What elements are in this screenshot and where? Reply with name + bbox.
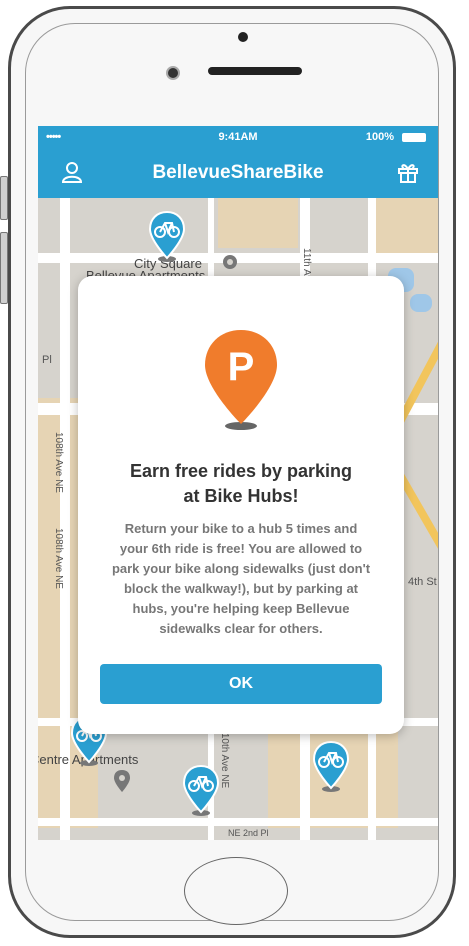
map-road xyxy=(38,818,438,826)
parking-info-dialog: P Earn free rides by parking at Bike Hub… xyxy=(78,276,404,734)
place-marker-icon xyxy=(114,770,130,792)
map-label-ne-2nd: NE 2nd Pl xyxy=(228,828,269,838)
dialog-title: Earn free rides by parking at Bike Hubs! xyxy=(78,459,404,509)
map-label-pl: Pl xyxy=(42,354,52,366)
map-label-108th-ave-lower: 108th Ave NE xyxy=(53,528,64,589)
map-label-4th-st: 4th St xyxy=(408,576,437,588)
dialog-message: Return your bike to a hub 5 times and yo… xyxy=(92,519,390,639)
dialog-title-line: Earn free rides by parking xyxy=(129,461,353,481)
map-block xyxy=(368,198,438,258)
app-title: BellevueShareBike xyxy=(152,162,324,183)
place-marker-icon xyxy=(223,255,237,269)
earpiece-speaker xyxy=(208,67,302,75)
parking-pin-icon: P xyxy=(205,330,277,430)
map-label-110th-ave: 110th Ave NE xyxy=(219,728,230,789)
dialog-title-line: at Bike Hubs! xyxy=(183,486,299,506)
mute-switch xyxy=(0,176,8,220)
map-water xyxy=(410,294,432,312)
volume-up-button xyxy=(0,232,8,304)
dialog-message-line: park your bike along sidewalks (just don… xyxy=(111,561,371,576)
map-label-108th-ave: 108th Ave NE xyxy=(53,432,64,493)
home-button[interactable] xyxy=(184,857,288,925)
battery-icon xyxy=(402,133,426,142)
proximity-sensor xyxy=(238,32,248,42)
bike-hub-pin-icon[interactable] xyxy=(182,764,220,816)
dialog-message-line: sidewalks clear for others. xyxy=(159,621,323,636)
front-camera xyxy=(166,66,180,80)
app-screen: ••••• 9:41AM 100% BellevueShareBike City… xyxy=(38,126,438,840)
bike-hub-pin-icon[interactable] xyxy=(148,210,186,262)
map-road xyxy=(60,198,70,840)
status-bar: ••••• 9:41AM 100% xyxy=(38,126,438,148)
battery-percent: 100% xyxy=(365,131,394,143)
ok-button[interactable]: OK xyxy=(100,664,382,704)
parking-letter: P xyxy=(228,345,255,389)
map-road xyxy=(38,253,438,263)
bike-hub-pin-icon[interactable] xyxy=(312,740,350,792)
dialog-message-line: your 6th ride is free! You are allowed t… xyxy=(119,541,363,556)
gift-icon[interactable] xyxy=(396,160,420,184)
dialog-message-line: hubs, you're helping keep Bellevue xyxy=(132,601,350,616)
nav-bar: BellevueShareBike xyxy=(38,148,438,198)
dialog-message-line: block the walkway!), but by parking at xyxy=(123,581,359,596)
dialog-message-line: Return your bike to a hub 5 times and xyxy=(124,521,358,536)
map-block xyxy=(218,198,298,248)
